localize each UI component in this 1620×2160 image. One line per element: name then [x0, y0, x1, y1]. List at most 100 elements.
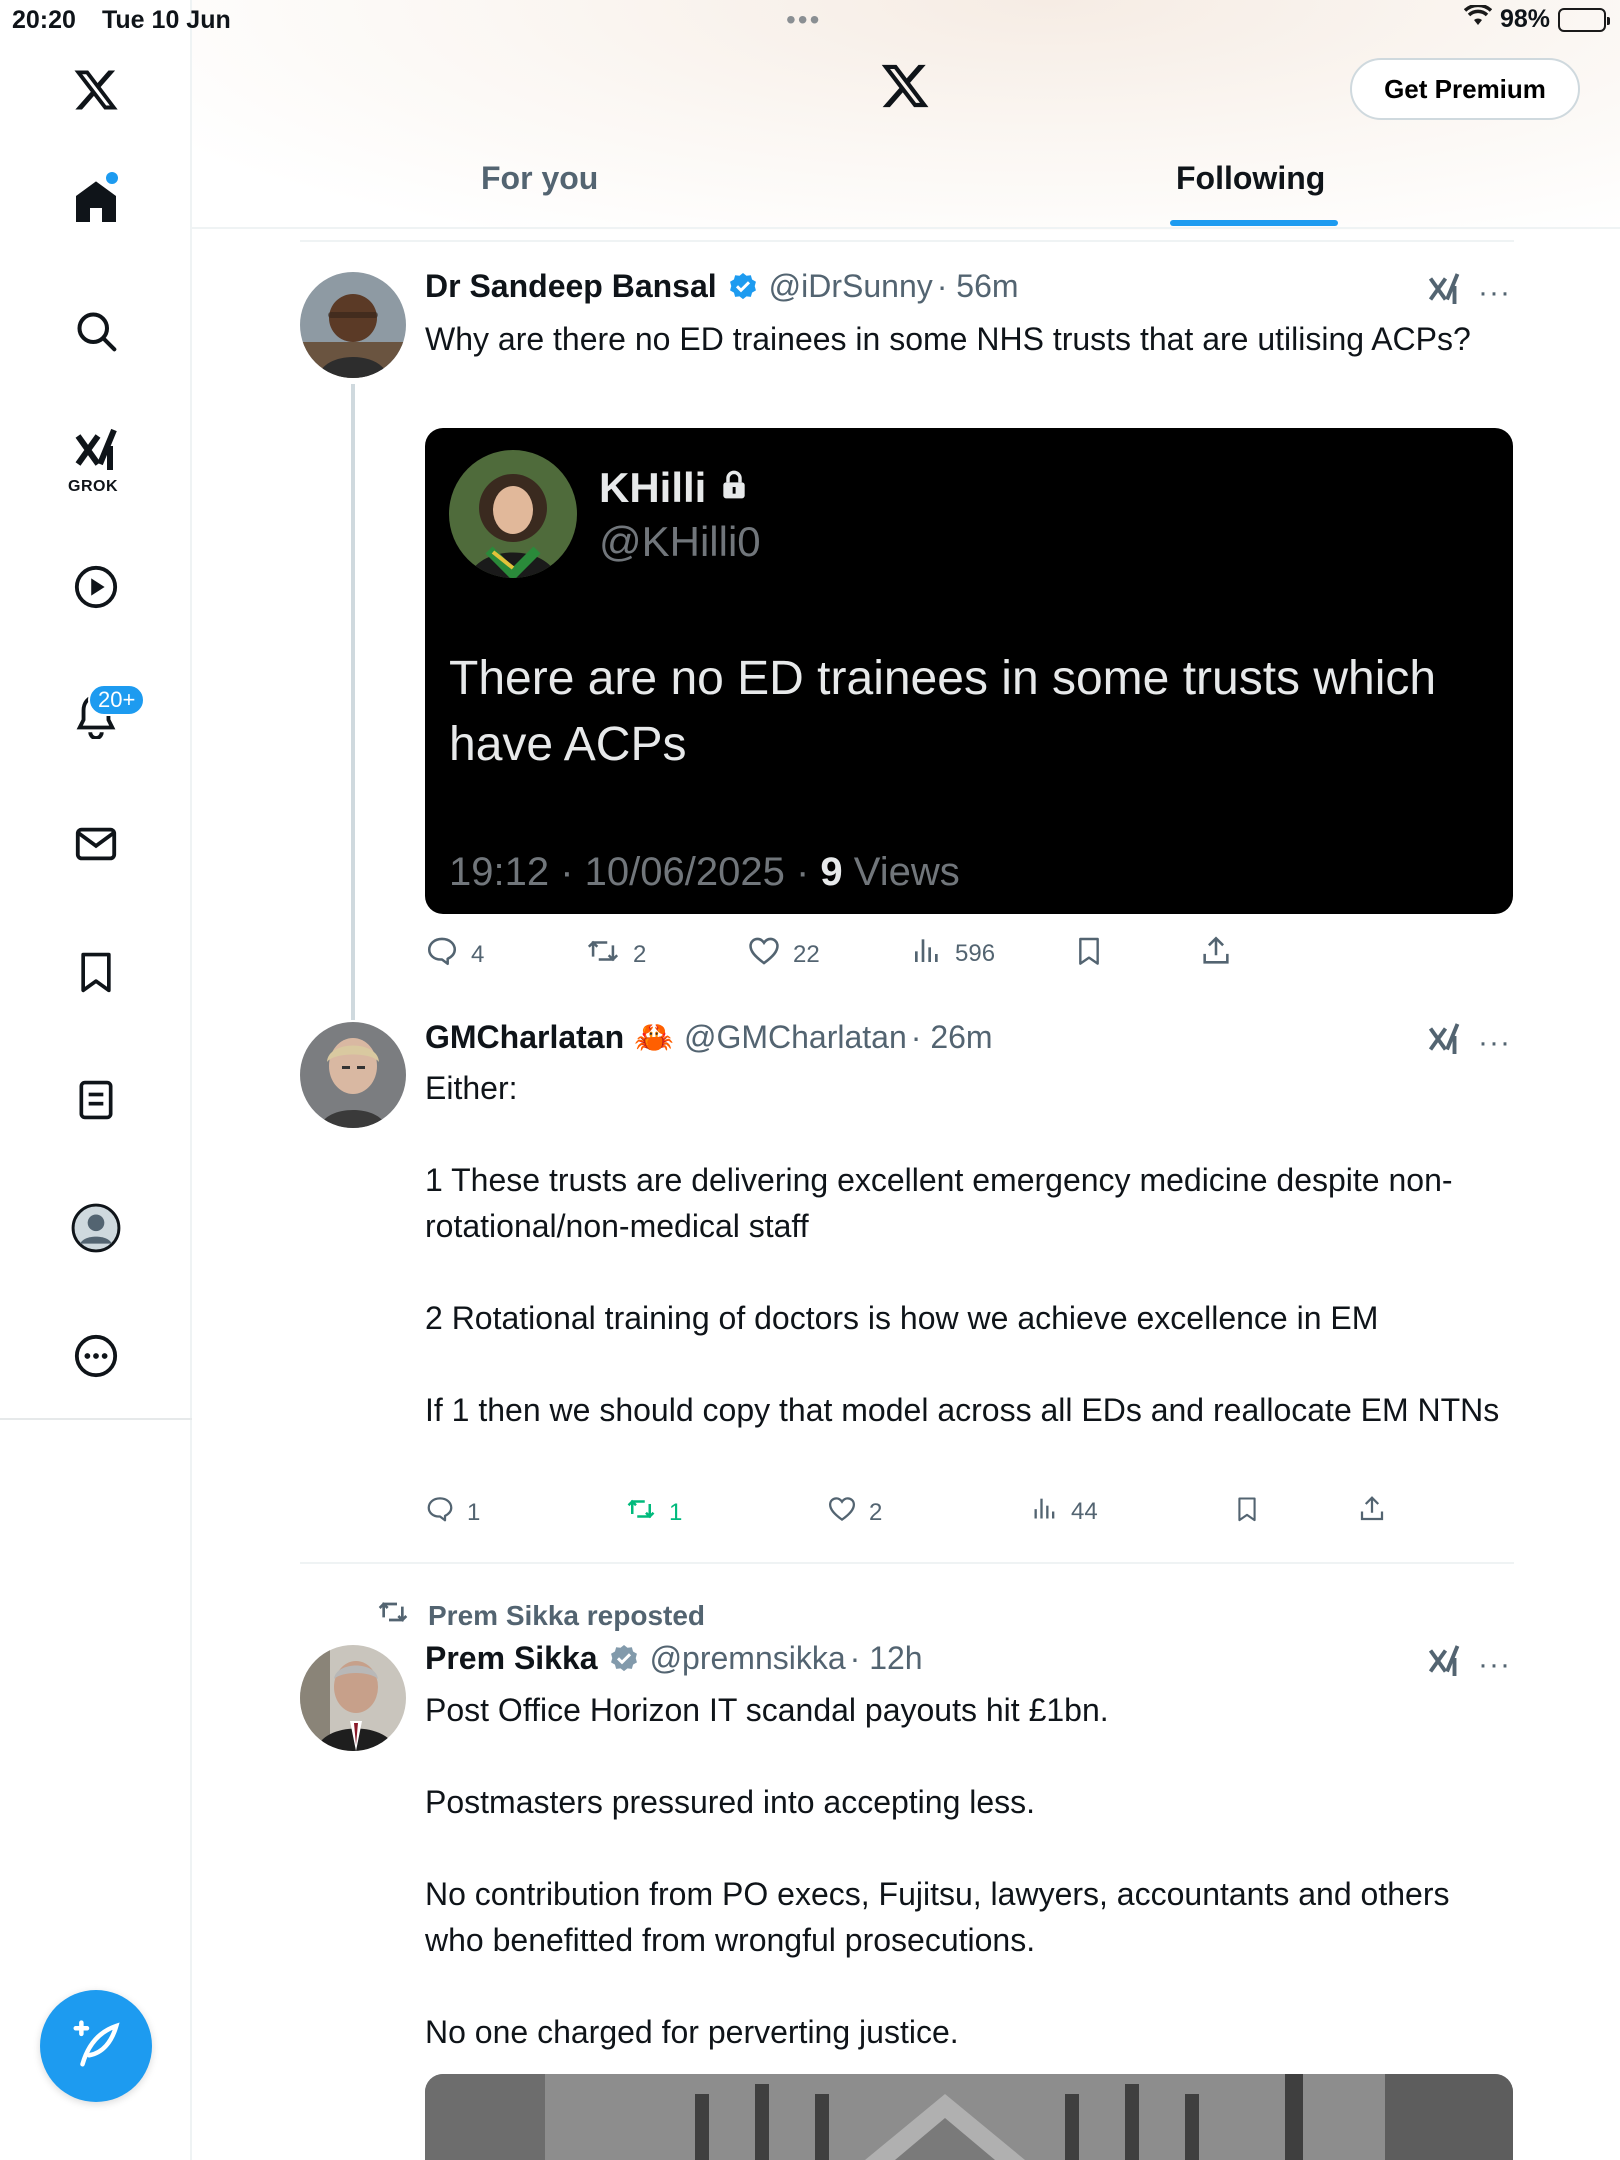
header-divider [192, 227, 1620, 229]
repost-label: Prem Sikka reposted [428, 1599, 706, 1631]
tweet-time[interactable]: · 26m [911, 1019, 993, 1056]
views-button[interactable]: 44 [1031, 1494, 1098, 1529]
reply-count: 1 [467, 1498, 481, 1526]
tweet-paragraph: Post Office Horizon IT scandal payouts h… [425, 1692, 1109, 1728]
grok-icon[interactable] [66, 420, 126, 480]
grok-explain-icon[interactable] [1426, 1642, 1462, 1685]
tab-for-you[interactable]: For you [481, 160, 598, 197]
bookmark-icon[interactable] [66, 942, 126, 1002]
repost-count: 2 [633, 940, 647, 968]
more-options-icon[interactable]: ··· [1478, 1028, 1511, 1058]
tweet-text: Post Office Horizon IT scandal payouts h… [425, 1687, 1505, 2055]
views-button[interactable]: 596 [911, 934, 995, 973]
tweet-paragraph: If 1 then we should copy that model acro… [425, 1392, 1500, 1428]
thread-line [351, 384, 355, 1020]
repost-count: 1 [669, 1498, 683, 1526]
share-button[interactable] [1199, 934, 1233, 975]
quote-author-name: KHilli [599, 464, 707, 511]
sidebar-divider [0, 1418, 192, 1420]
reply-button[interactable]: 1 [425, 1494, 480, 1531]
tweet-paragraph: 1 These trusts are delivering excellent … [425, 1162, 1453, 1244]
bookmark-button[interactable] [1233, 1494, 1261, 1531]
tweet-blank-line [425, 1111, 1505, 1157]
grok-explain-icon[interactable] [1426, 270, 1462, 313]
battery-icon [1558, 7, 1610, 32]
heart-icon [747, 934, 781, 975]
grok-explain-icon[interactable] [1426, 1020, 1462, 1063]
like-button[interactable]: 2 [827, 1494, 882, 1531]
share-icon [1199, 934, 1233, 975]
reply-icon [425, 1494, 455, 1531]
more-options-icon[interactable]: ··· [1478, 278, 1511, 308]
tweet-blank-line [425, 1963, 1505, 2009]
avatar[interactable] [300, 272, 406, 378]
tweet-header: GMCharlatan 🦀 @GMCharlatan · 26m [425, 1018, 993, 1056]
compose-button[interactable] [40, 1990, 152, 2102]
play-icon[interactable] [66, 557, 126, 617]
tweet-text: Why are there no ED trainees in some NHS… [425, 316, 1505, 362]
quote-views-count: 9 [820, 850, 843, 894]
tweet-blank-line [425, 1249, 1505, 1295]
sidebar: GROK 20+ [0, 0, 192, 2160]
feed-divider [300, 1562, 1514, 1564]
quote-author-handle: @KHilli0 [599, 518, 761, 565]
share-icon [1357, 1494, 1387, 1531]
x-logo-icon[interactable] [66, 60, 126, 120]
quote-views-label: Views [842, 850, 960, 894]
tweet-actions: 4 2 22 596 [425, 934, 1525, 974]
search-icon[interactable] [66, 301, 126, 361]
tweet-time[interactable]: · 56m [937, 268, 1019, 305]
tab-active-indicator [1170, 220, 1338, 226]
avatar[interactable] [300, 1645, 406, 1751]
tweet-paragraph: No one charged for perverting justice. [425, 2014, 959, 2050]
x-logo-icon[interactable] [878, 60, 932, 117]
mail-icon[interactable] [66, 814, 126, 874]
repost-context[interactable]: Prem Sikka reposted [376, 1596, 705, 1635]
repost-button[interactable]: 1 [625, 1494, 682, 1531]
like-button[interactable]: 22 [747, 934, 820, 975]
crab-emoji: 🦀 [634, 1019, 674, 1055]
tweet-header: Dr Sandeep Bansal @iDrSunny · 56m [425, 268, 1019, 305]
author-name[interactable]: Dr Sandeep Bansal [425, 268, 717, 305]
bookmark-icon [1233, 1494, 1261, 1531]
author-handle[interactable]: @premnsikka [650, 1640, 846, 1677]
repost-icon [625, 1494, 657, 1531]
author-handle[interactable]: @GMCharlatan [684, 1019, 907, 1056]
home-unread-dot [106, 172, 118, 184]
bookmark-icon [1073, 934, 1105, 975]
views-count: 596 [955, 939, 996, 967]
quote-author: KHilli [599, 464, 750, 512]
author-name[interactable]: Prem Sikka [425, 1640, 598, 1677]
get-premium-button[interactable]: Get Premium [1350, 58, 1580, 120]
author-name[interactable]: GMCharlatan [425, 1019, 624, 1056]
tweet-paragraph: Postmasters pressured into accepting les… [425, 1784, 1036, 1820]
feed-divider [300, 240, 1514, 242]
repost-button[interactable]: 2 [585, 934, 646, 975]
profile-icon[interactable] [66, 1198, 126, 1258]
bookmark-button[interactable] [1073, 934, 1105, 975]
heart-icon [827, 1494, 857, 1531]
list-icon[interactable] [66, 1070, 126, 1130]
tweet-time[interactable]: · 12h [850, 1640, 923, 1677]
tweet-text: Either: 1 These trusts are delivering ex… [425, 1065, 1505, 1433]
multitasking-dots[interactable]: ••• [786, 4, 821, 36]
tweet-paragraph: 2 Rotational training of doctors is how … [425, 1300, 1379, 1336]
reply-button[interactable]: 4 [425, 934, 484, 975]
more-icon[interactable] [66, 1326, 126, 1386]
tweet-image[interactable] [425, 2074, 1513, 2160]
quote-timestamp: 19:12 · 10/06/2025 · [449, 850, 821, 894]
tab-following[interactable]: Following [1176, 160, 1325, 197]
author-handle[interactable]: @iDrSunny [769, 268, 933, 305]
views-icon [911, 934, 943, 973]
share-button[interactable] [1357, 1494, 1387, 1531]
tweet-paragraph: Why are there no ED trainees in some NHS… [425, 321, 1471, 357]
notification-badge: 20+ [88, 684, 146, 716]
views-icon [1031, 1494, 1059, 1529]
repost-icon [376, 1596, 410, 1635]
tweet-image[interactable]: KHilli @KHilli0 There are no ED trainees… [425, 428, 1513, 914]
status-bar: 20:20 Tue 10 Jun ••• 98% [0, 0, 1620, 40]
avatar[interactable] [300, 1022, 406, 1128]
tweet-blank-line [425, 1733, 1505, 1779]
more-options-icon[interactable]: ··· [1478, 1650, 1511, 1680]
verified-badge-icon [727, 271, 759, 303]
